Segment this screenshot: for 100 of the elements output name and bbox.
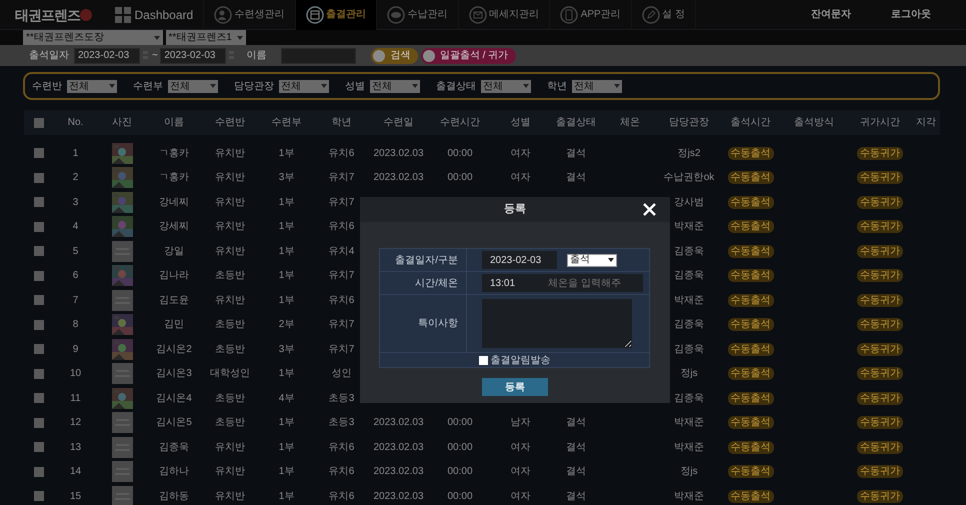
manual-checkout-badge[interactable]: 수동귀가	[857, 490, 903, 503]
row-checkbox[interactable]	[34, 442, 44, 452]
manual-checkout-badge[interactable]: 수동귀가	[857, 342, 903, 356]
caret-icon	[412, 84, 418, 88]
manual-checkout-badge[interactable]: 수동귀가	[857, 367, 903, 380]
notify-checkbox[interactable]	[478, 356, 488, 364]
table-cell: 유치반	[215, 172, 245, 184]
date-field[interactable]: 2023-02-03	[160, 48, 226, 64]
table-cell: 1부	[278, 442, 294, 453]
column-header: No.	[68, 117, 84, 128]
table-cell: 여자	[510, 172, 530, 184]
logo[interactable]: 태권프렌즈	[15, 8, 80, 22]
manual-checkout-badge[interactable]: 수동귀가	[857, 244, 903, 258]
manual-checkin-badge[interactable]: 수동출석	[728, 220, 774, 234]
manual-checkin-badge[interactable]: 수동출석	[728, 392, 774, 405]
temperature-field[interactable]: 체온을 입력해주	[545, 274, 643, 292]
time-field[interactable]: 13:01	[482, 274, 546, 292]
submit-button[interactable]: 등록	[482, 378, 548, 396]
column-header: 귀가시간	[860, 117, 900, 128]
select-all-checkbox[interactable]	[34, 118, 44, 128]
filter-select[interactable]: 전체	[481, 80, 531, 92]
filter-select[interactable]: 전체	[370, 80, 420, 92]
manual-checkout-badge[interactable]: 수동귀가	[857, 392, 903, 405]
row-checkbox[interactable]	[34, 368, 44, 379]
table-cell: 11	[70, 392, 81, 404]
manual-checkin-badge[interactable]: 수동출석	[728, 171, 774, 184]
table-cell: 김도윤	[159, 294, 189, 306]
manual-checkin-badge[interactable]: 수동출석	[728, 318, 774, 332]
filter-select[interactable]: 전체	[279, 80, 329, 92]
table-cell: 1	[72, 148, 78, 159]
table-cell: 유치7	[328, 196, 354, 208]
table-cell: 00:00	[447, 442, 473, 453]
manual-checkin-badge[interactable]: 수동출석	[728, 269, 774, 282]
manual-checkout-badge[interactable]: 수동귀가	[857, 269, 903, 282]
table-cell: 14	[70, 466, 82, 478]
manual-checkin-badge[interactable]: 수동출석	[728, 146, 774, 160]
filter-select[interactable]: 전체	[572, 80, 622, 92]
table-cell: 유치6	[328, 442, 354, 453]
manual-checkin-badge[interactable]: 수동출석	[728, 196, 774, 209]
manual-checkin-badge[interactable]: 수동출석	[728, 440, 774, 454]
manual-checkin-badge[interactable]: 수동출석	[728, 465, 774, 478]
table-cell: 성인	[332, 368, 352, 380]
row-checkbox[interactable]	[34, 172, 44, 183]
close-icon[interactable]	[643, 203, 656, 216]
table-cell: 00:00	[447, 148, 473, 159]
branch-select[interactable]: **태권프렌즈1	[166, 30, 246, 45]
table-cell: 3부	[278, 344, 294, 355]
branch-select[interactable]: **태권프렌즈도장	[23, 30, 163, 45]
search-button[interactable]: 검색	[371, 48, 418, 64]
status-select[interactable]: 출석	[567, 254, 617, 266]
row-checkbox[interactable]	[34, 418, 44, 428]
bulk-attendance-button[interactable]: 일괄출석 / 귀가	[420, 48, 516, 64]
manual-checkin-badge[interactable]: 수동출석	[728, 244, 774, 258]
row-checkbox[interactable]	[34, 197, 44, 208]
row-checkbox[interactable]	[34, 148, 44, 158]
filter-select[interactable]: 전체	[168, 80, 218, 92]
manual-checkin-badge[interactable]: 수동출석	[728, 294, 774, 307]
column-header: 수련반	[215, 117, 245, 128]
row-checkbox[interactable]	[34, 393, 44, 404]
manual-checkout-badge[interactable]: 수동귀가	[857, 196, 903, 209]
row-checkbox[interactable]	[34, 344, 44, 354]
manual-checkin-badge[interactable]: 수동출석	[728, 367, 774, 380]
row-checkbox[interactable]	[34, 246, 44, 256]
table-cell: 3	[72, 196, 78, 208]
row-checkbox[interactable]	[34, 491, 44, 502]
remarks-field[interactable]	[482, 299, 632, 348]
manual-checkin-badge[interactable]: 수동출석	[728, 342, 774, 356]
manual-checkout-badge[interactable]: 수동귀가	[857, 416, 903, 430]
manual-checkout-badge[interactable]: 수동귀가	[857, 465, 903, 478]
table-cell: 7	[72, 294, 78, 306]
row-checkbox[interactable]	[34, 320, 44, 330]
manual-checkin-badge[interactable]: 수동출석	[728, 416, 774, 430]
table-cell: 정js	[680, 466, 698, 478]
manual-checkout-badge[interactable]: 수동귀가	[857, 318, 903, 332]
column-header: 이름	[164, 117, 184, 128]
name-field[interactable]	[281, 48, 356, 64]
date-field[interactable]: 2023-02-03	[482, 251, 557, 269]
table-cell: 6	[72, 270, 78, 282]
manual-checkin-badge[interactable]: 수동출석	[728, 490, 774, 503]
top-link[interactable]: 로그아웃	[871, 7, 951, 22]
row-checkbox[interactable]	[34, 222, 44, 232]
table-cell: 정js2	[678, 148, 700, 159]
manual-checkout-badge[interactable]: 수동귀가	[857, 440, 903, 454]
table-cell: 결석	[566, 466, 586, 478]
top-link[interactable]: 잔여문자	[791, 7, 871, 22]
table-cell: 유치4	[328, 246, 354, 257]
row-checkbox[interactable]	[34, 466, 44, 477]
column-header: 담당관장	[669, 117, 709, 128]
nav-item[interactable]: 출결관리	[296, 0, 378, 30]
filter-select[interactable]: 전체	[67, 80, 117, 92]
manual-checkout-badge[interactable]: 수동귀가	[857, 146, 903, 160]
row-checkbox[interactable]	[34, 295, 44, 306]
filter-label: 수련반	[32, 80, 62, 94]
date-field[interactable]: 2023-02-03	[74, 48, 140, 64]
table-cell: 유치반	[215, 221, 245, 232]
table-cell: 김시온2	[156, 344, 192, 355]
manual-checkout-badge[interactable]: 수동귀가	[857, 171, 903, 184]
row-checkbox[interactable]	[34, 270, 44, 281]
manual-checkout-badge[interactable]: 수동귀가	[857, 220, 903, 234]
manual-checkout-badge[interactable]: 수동귀가	[857, 294, 903, 307]
